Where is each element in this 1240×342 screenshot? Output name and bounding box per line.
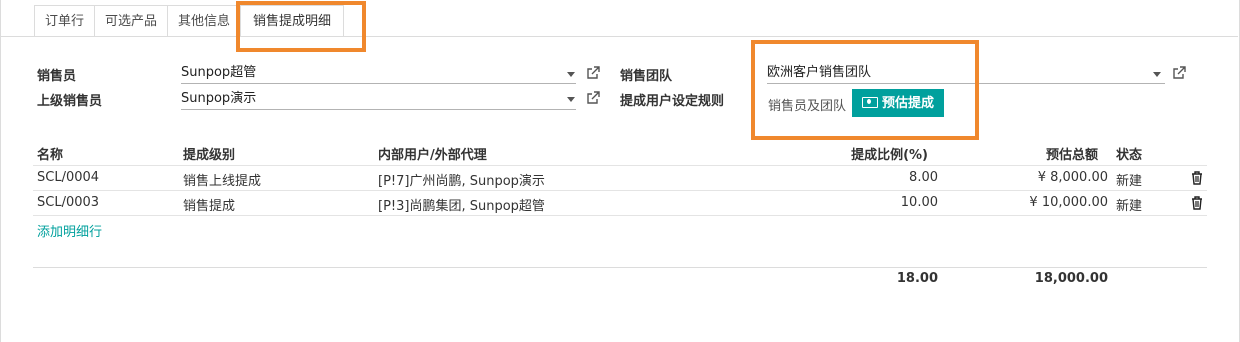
superior-salesperson-label: 上级销售员	[37, 94, 103, 109]
add-line-row	[33, 215, 1207, 241]
col-header-ratio[interactable]: 提成比例(%)	[830, 144, 928, 163]
table-row[interactable]: SCL/0003 销售提成 [P!3]尚鹏集团, Sunpop超管 10.00 …	[33, 190, 1207, 216]
salesperson-field[interactable]: Sunpop超管	[181, 63, 576, 84]
tab-optional-products[interactable]: 可选产品	[94, 5, 169, 37]
add-line-link[interactable]: 添加明细行	[37, 221, 102, 240]
salesperson-label: 销售员	[37, 69, 77, 84]
tab-highlight-box	[236, 1, 366, 52]
commission-rule-label: 提成用户设定规则	[620, 94, 725, 109]
trash-icon[interactable]	[1191, 196, 1203, 210]
tab-order-lines[interactable]: 订单行	[34, 5, 96, 37]
row-estimate: ¥ 8,000.00	[1037, 170, 1108, 185]
row-user: [P!3]尚鹏集团, Sunpop超管	[378, 199, 545, 214]
row-state: 新建	[1116, 174, 1143, 189]
row-name: SCL/0003	[37, 195, 100, 210]
salesperson-dropdown-icon[interactable]	[567, 72, 575, 77]
row-user: [P!7]广州尚鹏, Sunpop演示	[378, 174, 545, 189]
table-row[interactable]: SCL/0004 销售上线提成 [P!7]广州尚鹏, Sunpop演示 8.00…	[33, 165, 1207, 191]
row-state: 新建	[1116, 199, 1143, 214]
total-estimate: 18,000.00	[1034, 271, 1108, 286]
col-header-user[interactable]: 内部用户/外部代理	[378, 144, 487, 163]
superior-dropdown-icon[interactable]	[567, 97, 575, 102]
table-footer-divider	[33, 267, 1207, 268]
row-estimate: ¥ 10,000.00	[1029, 195, 1108, 210]
row-level: 销售提成	[183, 199, 236, 214]
sales-team-dropdown-icon[interactable]	[1153, 72, 1161, 77]
team-highlight-box	[751, 40, 979, 140]
col-header-name[interactable]: 名称	[37, 144, 63, 163]
row-level: 销售上线提成	[183, 174, 262, 189]
superior-external-link-icon[interactable]	[586, 91, 600, 105]
row-ratio: 8.00	[909, 170, 938, 185]
col-header-level[interactable]: 提成级别	[183, 144, 235, 163]
superior-salesperson-field[interactable]: Sunpop演示	[181, 89, 576, 110]
trash-icon[interactable]	[1191, 171, 1203, 185]
salesperson-external-link-icon[interactable]	[586, 66, 600, 80]
sales-team-label: 销售团队	[620, 69, 673, 84]
row-ratio: 10.00	[900, 195, 938, 210]
tabs-divider	[0, 36, 1238, 37]
row-name: SCL/0004	[37, 170, 100, 185]
col-header-state[interactable]: 状态	[1116, 144, 1142, 163]
tab-other-info[interactable]: 其他信息	[167, 5, 242, 37]
sales-team-external-link-icon[interactable]	[1172, 66, 1186, 80]
total-ratio: 18.00	[896, 271, 938, 286]
col-header-estimate[interactable]: 预估总额	[1000, 144, 1098, 163]
